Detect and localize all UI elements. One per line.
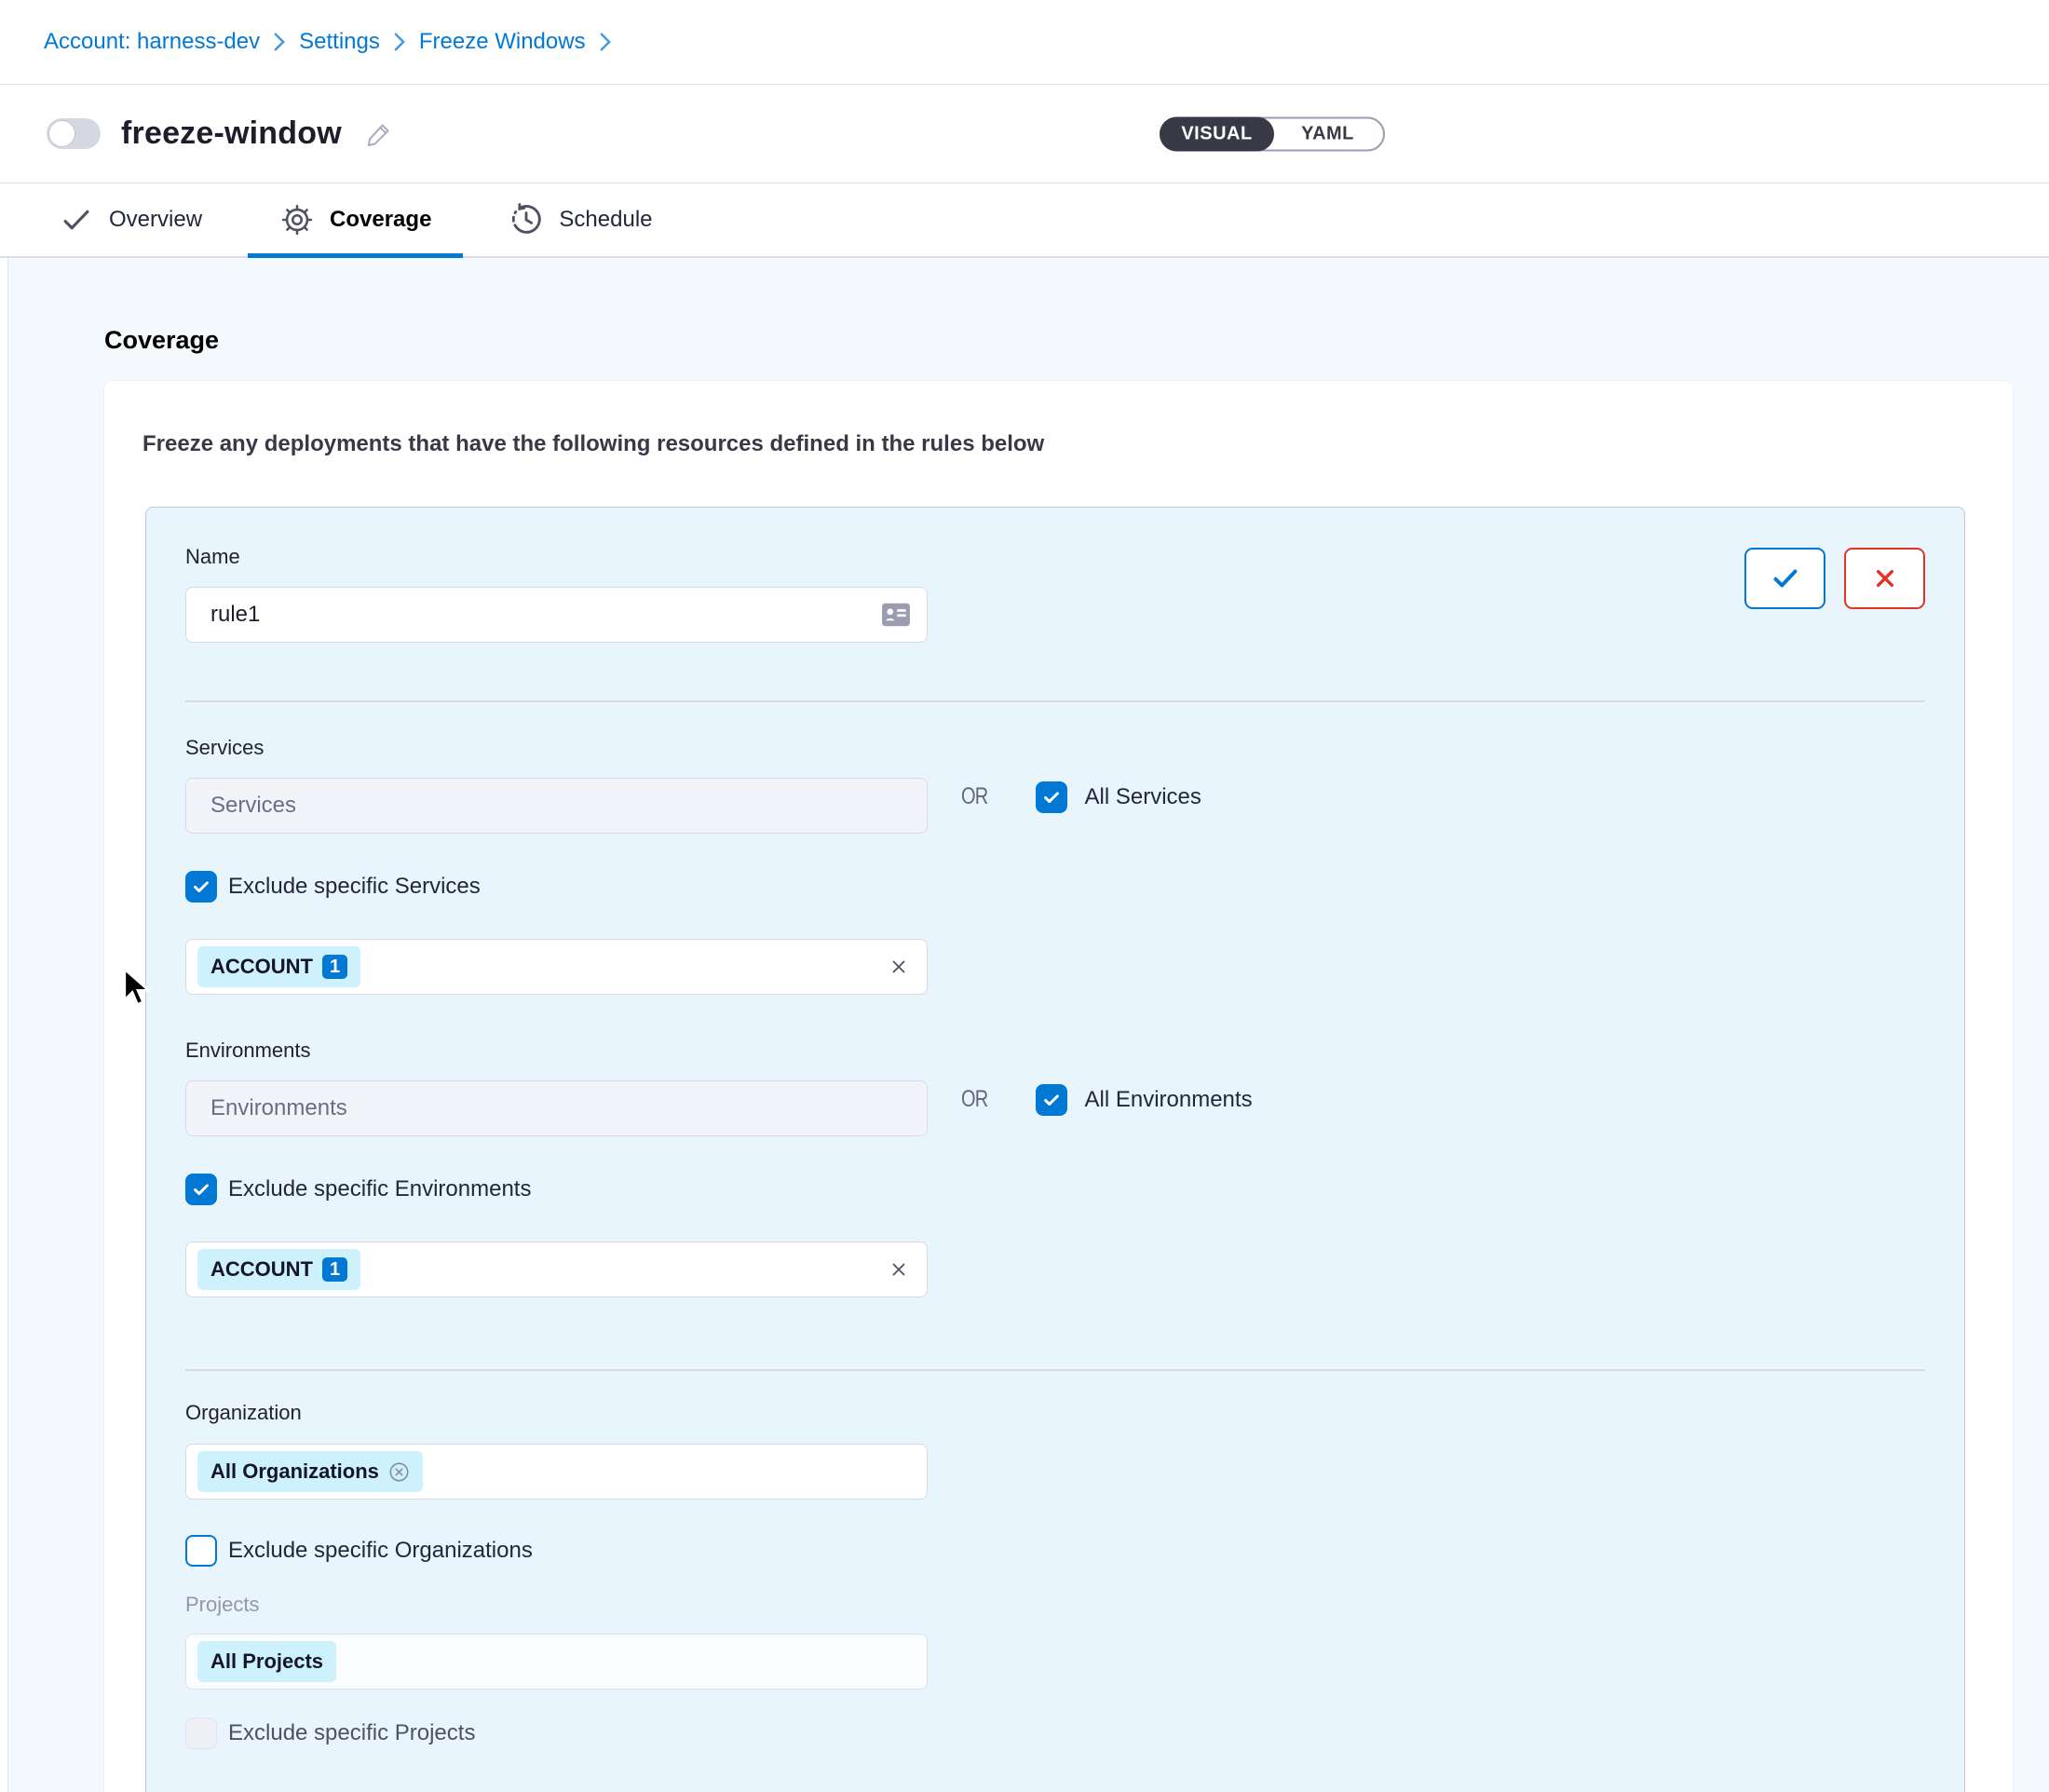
name-id-card-icon	[881, 603, 911, 628]
excluded-environments-tag[interactable]: ACCOUNT 1	[197, 1249, 360, 1290]
organization-input[interactable]: All Organizations	[185, 1444, 928, 1500]
confirm-rule-button[interactable]	[1744, 548, 1825, 609]
all-services-checkbox[interactable]	[1036, 781, 1067, 813]
services-input[interactable]	[185, 778, 928, 834]
coverage-card: Freeze any deployments that have the fol…	[104, 381, 2013, 1792]
freeze-rule-card: Name	[145, 507, 1965, 1792]
visual-mode-button[interactable]: VISUAL	[1160, 116, 1274, 151]
chevron-right-icon	[393, 32, 406, 52]
exclude-organizations-label[interactable]: Exclude specific Organizations	[228, 1538, 533, 1564]
all-services-label[interactable]: All Services	[1085, 784, 1201, 810]
schedule-clock-icon	[509, 202, 544, 238]
tag-scope-label: ACCOUNT	[210, 955, 313, 979]
projects-input: All Projects	[185, 1634, 928, 1690]
check-icon	[59, 202, 94, 238]
exclude-services-label[interactable]: Exclude specific Services	[228, 874, 481, 900]
organization-label: Organization	[185, 1401, 1925, 1425]
tab-coverage-label: Coverage	[330, 207, 431, 233]
title-bar: freeze-window VISUAL YAML	[0, 85, 2049, 183]
visual-yaml-switch: VISUAL YAML	[1160, 116, 1385, 151]
environments-label: Environments	[185, 1039, 1925, 1063]
rule-name-input[interactable]	[185, 587, 928, 643]
excluded-services-tag[interactable]: ACCOUNT 1	[197, 946, 360, 987]
environments-or-label: OR	[961, 1086, 987, 1113]
chip-label: All Organizations	[210, 1459, 379, 1484]
tag-scope-label: ACCOUNT	[210, 1257, 313, 1282]
services-or-label: OR	[961, 783, 987, 810]
breadcrumb: Account: harness-dev Settings Freeze Win…	[0, 0, 2049, 85]
projects-label: Projects	[185, 1593, 1925, 1617]
tag-count-badge: 1	[322, 955, 347, 979]
exclude-organizations-checkbox[interactable]	[185, 1535, 217, 1567]
delete-rule-button[interactable]	[1844, 548, 1925, 609]
clear-services-tags-icon[interactable]	[888, 956, 910, 978]
exclude-environments-label[interactable]: Exclude specific Environments	[228, 1176, 531, 1202]
all-environments-label[interactable]: All Environments	[1085, 1087, 1253, 1113]
tab-overview-label: Overview	[109, 207, 202, 233]
divider	[185, 1369, 1925, 1371]
exclude-environments-checkbox[interactable]	[185, 1174, 217, 1205]
rule-name-group: Name	[185, 545, 928, 643]
breadcrumb-freeze-windows-link[interactable]: Freeze Windows	[419, 29, 586, 55]
excluded-services-input[interactable]: ACCOUNT 1	[185, 939, 928, 995]
divider	[185, 700, 1925, 702]
edit-pencil-icon[interactable]	[364, 119, 394, 149]
excluded-environments-input[interactable]: ACCOUNT 1	[185, 1242, 928, 1297]
exclude-projects-label: Exclude specific Projects	[228, 1720, 475, 1746]
all-organizations-chip[interactable]: All Organizations	[197, 1451, 423, 1492]
clear-environments-tags-icon[interactable]	[888, 1258, 910, 1281]
chip-label: All Projects	[210, 1649, 323, 1674]
coverage-instruction: Freeze any deployments that have the fol…	[142, 431, 1966, 457]
page-title: freeze-window	[121, 115, 342, 152]
tab-schedule[interactable]: Schedule	[477, 183, 684, 256]
coverage-panel: Coverage Freeze any deployments that hav…	[0, 258, 2049, 1792]
name-label: Name	[185, 545, 240, 568]
breadcrumb-settings-link[interactable]: Settings	[299, 29, 380, 55]
yaml-mode-button[interactable]: YAML	[1270, 116, 1385, 151]
toggle-knob	[48, 120, 75, 147]
freeze-window-page: Account: harness-dev Settings Freeze Win…	[0, 0, 2049, 1792]
chevron-right-icon	[273, 32, 286, 52]
chevron-right-icon	[599, 32, 612, 52]
collapsed-nav-strip	[0, 258, 8, 1792]
exclude-projects-checkbox	[185, 1717, 217, 1749]
freeze-enabled-toggle[interactable]	[47, 118, 101, 149]
tab-bar: Overview Coverage Schedule	[0, 183, 2049, 258]
tab-coverage[interactable]: Coverage	[248, 183, 463, 256]
exclude-services-checkbox[interactable]	[185, 871, 217, 903]
tab-overview[interactable]: Overview	[27, 183, 234, 256]
all-environments-checkbox[interactable]	[1036, 1084, 1067, 1116]
gear-icon	[279, 202, 315, 238]
rule-actions	[1744, 548, 1925, 609]
all-projects-chip: All Projects	[197, 1641, 336, 1682]
services-label: Services	[185, 736, 1925, 760]
remove-organizations-chip-icon[interactable]	[388, 1461, 410, 1483]
tab-schedule-label: Schedule	[559, 207, 652, 233]
coverage-section-title: Coverage	[104, 326, 2049, 355]
environments-input[interactable]	[185, 1080, 928, 1136]
breadcrumb-account-link[interactable]: Account: harness-dev	[44, 29, 260, 55]
tag-count-badge: 1	[322, 1257, 347, 1282]
